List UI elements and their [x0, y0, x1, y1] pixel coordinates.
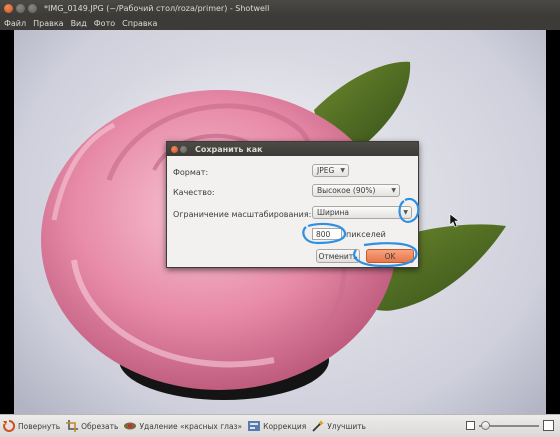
menu-file[interactable]: Файл: [4, 19, 26, 28]
ok-button[interactable]: OK: [366, 249, 414, 263]
size-input[interactable]: 800: [312, 228, 342, 240]
dialog-close-icon[interactable]: [171, 145, 178, 153]
crop-label: Обрезать: [81, 421, 119, 431]
pixels-unit-label: пикселей: [346, 230, 386, 239]
photo-toolbar: Повернуть Обрезать Удаление «красных гла…: [0, 414, 560, 437]
menu-photo[interactable]: Фото: [94, 19, 115, 28]
adjust-button[interactable]: Коррекция: [248, 420, 306, 432]
red-eye-button[interactable]: Удаление «красных глаз»: [124, 420, 242, 432]
zoom-slider[interactable]: [479, 420, 539, 430]
window-close-icon[interactable]: [4, 3, 13, 13]
zoom-in-icon[interactable]: [543, 420, 554, 431]
menu-help[interactable]: Справка: [122, 19, 157, 28]
chevron-down-icon: ▼: [391, 187, 396, 194]
zoom-control: [466, 420, 554, 431]
window-maximize-icon[interactable]: [28, 3, 37, 13]
enhance-icon: [312, 420, 325, 432]
adjust-icon: [248, 420, 261, 432]
rotate-label: Повернуть: [18, 421, 61, 431]
window-title: *IMG_0149.JPG (~/Рабочий стол/roza/prime…: [44, 3, 270, 13]
quality-select[interactable]: Высокое (90%) ▼: [312, 184, 400, 197]
window-minimize-icon[interactable]: [16, 3, 25, 13]
dialog-title: Сохранить как: [195, 144, 263, 154]
red-eye-icon: [124, 420, 137, 432]
cancel-button[interactable]: Отменить: [316, 249, 360, 263]
window-titlebar: *IMG_0149.JPG (~/Рабочий стол/roza/prime…: [0, 0, 560, 16]
chevron-down-icon: ▼: [340, 167, 345, 174]
zoom-slider-handle[interactable]: [481, 420, 490, 430]
menu-bar: Файл Правка Вид Фото Справка: [0, 16, 560, 30]
menu-edit[interactable]: Правка: [33, 19, 63, 28]
format-label: Формат:: [173, 168, 209, 177]
quality-label: Качество:: [173, 188, 215, 197]
save-as-dialog: Сохранить как Формат: JPEG ▼ Качество: В…: [166, 141, 419, 268]
dialog-titlebar: Сохранить как: [167, 142, 418, 156]
scale-constraint-label: Ограничение масштабирования:: [173, 210, 312, 219]
enhance-label: Улучшить: [327, 421, 366, 431]
rotate-icon: [3, 419, 16, 432]
red-eye-label: Удаление «красных глаз»: [139, 421, 243, 431]
quality-value: Высокое (90%): [317, 186, 376, 195]
menu-view[interactable]: Вид: [71, 19, 87, 28]
enhance-button[interactable]: Улучшить: [312, 420, 366, 432]
crop-button[interactable]: Обрезать: [66, 420, 118, 432]
scale-constraint-value: Ширина: [317, 208, 350, 217]
dialog-minimize-icon[interactable]: [180, 145, 187, 153]
scale-constraint-select[interactable]: Ширина ▼: [312, 206, 412, 219]
adjust-label: Коррекция: [263, 421, 307, 431]
crop-icon: [66, 420, 79, 432]
format-value: JPEG: [317, 166, 335, 175]
format-select[interactable]: JPEG ▼: [312, 164, 349, 177]
zoom-out-icon[interactable]: [466, 421, 475, 430]
rotate-button[interactable]: Повернуть: [3, 419, 61, 432]
chevron-down-icon: ▼: [403, 209, 408, 216]
